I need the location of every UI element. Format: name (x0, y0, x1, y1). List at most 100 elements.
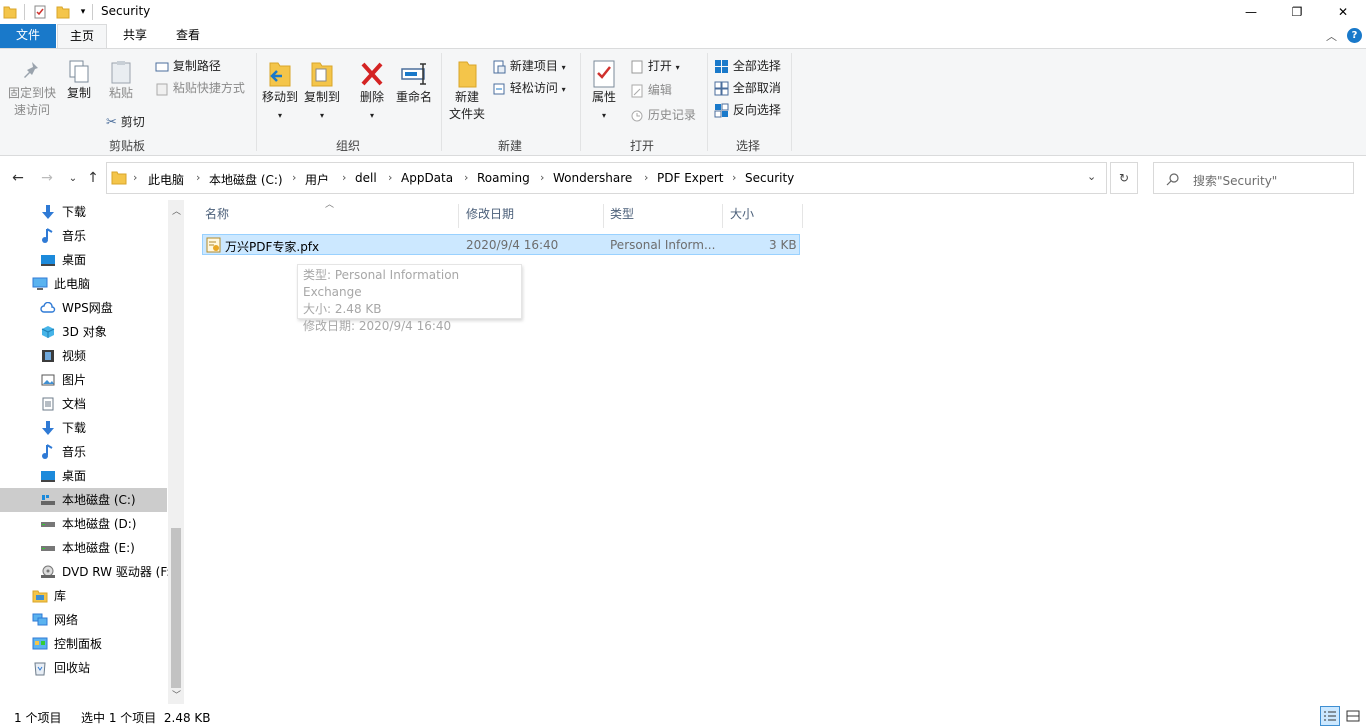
move-to-button[interactable]: 移动到 ▾ (260, 59, 300, 124)
search-box[interactable]: 搜索"Security" (1153, 162, 1354, 194)
new-folder-button[interactable]: 新建 文件夹 (446, 59, 488, 123)
new-folder-quick-icon[interactable] (55, 4, 71, 20)
breadcrumb-separator[interactable]: › (342, 171, 346, 184)
nav-scrollbar-thumb[interactable] (171, 528, 181, 688)
breadcrumb-roaming[interactable]: Roaming (477, 171, 530, 185)
breadcrumb-wondershare[interactable]: Wondershare (553, 171, 632, 185)
nav-item[interactable]: 网络 (32, 608, 78, 632)
tab-file[interactable]: 文件 (0, 24, 56, 48)
nav-item[interactable]: 下载 (40, 200, 86, 224)
breadcrumb-this-pc[interactable]: 此电脑 (148, 171, 184, 188)
nav-item[interactable]: 库 (32, 584, 66, 608)
copy-to-button[interactable]: 复制到 ▾ (302, 59, 342, 124)
nav-item[interactable]: WPS网盘 (40, 296, 113, 320)
nav-item[interactable]: 本地磁盘 (E:) (40, 536, 135, 560)
up-arrow-icon[interactable]: ↑ (83, 168, 103, 188)
nav-item-drive-c[interactable]: 本地磁盘 (C:) (0, 488, 167, 512)
delete-button[interactable]: 删除 ▾ (354, 59, 390, 124)
breadcrumb-security[interactable]: Security (745, 171, 794, 185)
copy-button[interactable]: 复制 (62, 59, 96, 102)
nav-item[interactable]: 音乐 (40, 440, 86, 464)
tab-share[interactable]: 共享 (111, 24, 159, 48)
paste-button[interactable]: 粘贴 (104, 59, 138, 102)
minimize-button[interactable]: — (1228, 0, 1274, 24)
details-view-icon[interactable] (1320, 706, 1340, 726)
column-header-date[interactable]: 修改日期 (461, 204, 601, 228)
select-all-button[interactable]: 全部选择 (714, 57, 781, 74)
help-icon[interactable]: ? (1347, 28, 1362, 43)
breadcrumb-separator[interactable]: › (133, 171, 137, 184)
nav-item[interactable]: 图片 (40, 368, 86, 392)
breadcrumb-drive-c[interactable]: 本地磁盘 (C:) (209, 171, 283, 188)
breadcrumb-separator[interactable]: › (644, 171, 648, 184)
rename-button[interactable]: 重命名 (393, 59, 435, 106)
nav-item[interactable]: 3D 对象 (40, 320, 107, 344)
breadcrumb-dell[interactable]: dell (355, 171, 377, 185)
invert-selection-button[interactable]: 反向选择 (714, 101, 781, 118)
column-header-type[interactable]: 类型 (605, 204, 721, 228)
nav-item[interactable]: 控制面板 (32, 632, 102, 656)
forward-arrow-icon[interactable]: → (37, 168, 57, 188)
large-icons-view-icon[interactable] (1343, 706, 1363, 726)
new-item-button[interactable]: 新建项目 ▾ (492, 57, 566, 74)
pin-quick-access-button[interactable]: 固定到快 速访问 (4, 59, 60, 119)
open-button[interactable]: 打开 ▾ (630, 57, 680, 74)
nav-item[interactable]: 下载 (40, 416, 86, 440)
tab-home[interactable]: 主页 (57, 24, 107, 49)
nav-item[interactable]: 回收站 (32, 656, 90, 680)
refresh-icon[interactable]: ↻ (1110, 162, 1138, 194)
customize-toolbar-icon[interactable]: ▾ (75, 4, 91, 20)
recent-locations-icon[interactable]: ⌄ (63, 168, 83, 188)
invert-selection-icon (714, 103, 729, 118)
properties-quick-icon[interactable] (32, 4, 48, 20)
edit-button[interactable]: 编辑 (630, 81, 672, 98)
breadcrumb-appdata[interactable]: AppData (401, 171, 453, 185)
nav-item[interactable]: 桌面 (40, 464, 86, 488)
breadcrumb-separator[interactable]: › (732, 171, 736, 184)
address-dropdown-icon[interactable]: ⌄ (1087, 170, 1096, 183)
tab-view[interactable]: 查看 (164, 24, 212, 48)
paste-icon (111, 61, 131, 84)
navigation-pane: 下载 音乐 桌面 此电脑 WPS网盘 3D 对象 视频 图片 文档 下载 音乐 … (0, 200, 184, 704)
breadcrumb-separator[interactable]: › (388, 171, 392, 184)
paste-shortcut-button[interactable]: 粘贴快捷方式 (155, 79, 245, 96)
search-icon (1166, 173, 1179, 186)
collapse-ribbon-icon[interactable]: ︿ (1326, 28, 1337, 44)
breadcrumb-separator[interactable]: › (196, 171, 200, 184)
nav-item[interactable]: 本地磁盘 (D:) (40, 512, 136, 536)
maximize-button[interactable]: ❐ (1274, 0, 1320, 24)
column-divider[interactable] (603, 204, 604, 228)
address-row: ← → ⌄ ↑ › 此电脑 › 本地磁盘 (C:) › 用户 › dell › … (0, 160, 1366, 196)
nav-item[interactable]: DVD RW 驱动器 (F: (40, 560, 170, 584)
nav-item[interactable]: 视频 (40, 344, 86, 368)
breadcrumb-users[interactable]: 用户 (305, 171, 329, 188)
file-row[interactable]: 万兴PDF专家.pfx 2020/9/4 16:40 Personal Info… (202, 234, 800, 255)
breadcrumb-separator[interactable]: › (292, 171, 296, 184)
nav-item[interactable]: 桌面 (40, 248, 86, 272)
column-divider[interactable] (802, 204, 803, 228)
close-button[interactable]: ✕ (1320, 0, 1366, 24)
address-bar[interactable]: › 此电脑 › 本地磁盘 (C:) › 用户 › dell › AppData … (106, 162, 1107, 194)
column-divider[interactable] (722, 204, 723, 228)
breadcrumb-pdf-expert[interactable]: PDF Expert (657, 171, 724, 185)
easy-access-button[interactable]: 轻松访问 ▾ (492, 79, 566, 96)
history-button[interactable]: 历史记录 (630, 106, 696, 123)
nav-item[interactable]: 此电脑 (32, 272, 90, 296)
select-none-button[interactable]: 全部取消 (714, 79, 781, 96)
status-bar: 1 个项目 选中 1 个项目 2.48 KB (0, 704, 1366, 728)
breadcrumb-separator[interactable]: › (464, 171, 468, 184)
nav-item[interactable]: 音乐 (40, 224, 86, 248)
back-arrow-icon[interactable]: ← (8, 168, 28, 188)
cut-button[interactable]: ✂ 剪切 (106, 113, 145, 130)
column-divider[interactable] (458, 204, 459, 228)
properties-button[interactable]: 属性 ▾ (586, 59, 622, 124)
breadcrumb-separator[interactable]: › (540, 171, 544, 184)
nav-item[interactable]: 文档 (40, 392, 86, 416)
scroll-up-icon[interactable]: ︿ (172, 204, 181, 217)
column-header-name[interactable]: 名称 (200, 204, 458, 228)
column-header-size[interactable]: 大小 (725, 204, 801, 228)
folder-icon[interactable] (2, 4, 18, 20)
copy-path-button[interactable]: 复制路径 (155, 57, 221, 74)
delete-label: 删除 (359, 90, 384, 104)
scroll-down-icon[interactable]: ﹀ (172, 688, 181, 701)
